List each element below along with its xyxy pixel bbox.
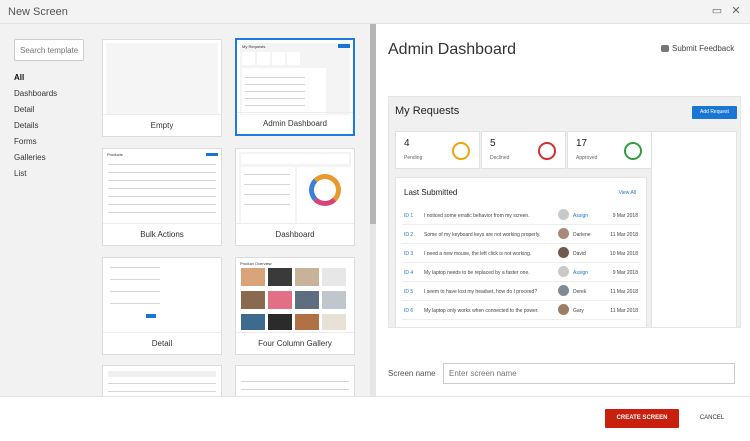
detail-thumbnail xyxy=(106,261,218,333)
table-row[interactable]: ID 5 I seem to have lost my headset, how… xyxy=(402,282,640,301)
preview-heading: My Requests xyxy=(395,105,460,117)
preview-pane: Admin Dashboard Submit Feedback My Reque… xyxy=(376,24,750,396)
table-row[interactable]: ID 2 Some of my keyboard keys are not wo… xyxy=(402,225,640,244)
template-partial-1[interactable] xyxy=(102,365,222,396)
gallery-thumbnail: Product Overview xyxy=(239,261,351,333)
template-dashboard[interactable]: Dashboard xyxy=(235,148,355,246)
template-four-column-gallery[interactable]: Product Overview Four Column Gallery xyxy=(235,257,355,355)
template-browser: All Dashboards Detail Details Forms Gall… xyxy=(0,24,370,396)
bulk-actions-thumbnail: Products xyxy=(106,152,218,224)
template-partial-2[interactable] xyxy=(235,365,355,396)
avatar xyxy=(558,209,569,220)
title-bar: New Screen ▭ ✕ xyxy=(0,0,750,24)
view-all-link[interactable]: View All xyxy=(619,190,636,196)
category-list: All Dashboards Detail Details Forms Gall… xyxy=(14,70,57,182)
window-title: New Screen xyxy=(8,6,68,18)
category-forms[interactable]: Forms xyxy=(14,134,57,150)
template-label: Empty xyxy=(103,114,221,136)
thumb-heading: My Requests xyxy=(242,44,266,49)
last-submitted-title: Last Submitted xyxy=(404,188,458,197)
admin-dashboard-thumbnail: My Requests xyxy=(240,43,350,115)
template-label: Bulk Actions xyxy=(103,223,221,245)
stat-card-pending: 4 Pending xyxy=(395,131,480,169)
table-row[interactable]: ID 6 My laptop only works when connected… xyxy=(402,301,640,320)
table-row[interactable]: ID 1 I noticed some erratic behavior fro… xyxy=(402,206,640,225)
screen-name-label: Screen name xyxy=(388,369,436,378)
clock-icon xyxy=(452,142,470,160)
stat-card-declined: 5 Declined xyxy=(481,131,566,169)
screen-name-input[interactable] xyxy=(443,363,735,384)
table-row[interactable]: ID 4 My laptop needs to be replaced by a… xyxy=(402,263,640,282)
category-all[interactable]: All xyxy=(14,70,57,86)
stat-card-approved: 17 Approved xyxy=(567,131,652,169)
category-dashboards[interactable]: Dashboards xyxy=(14,86,57,102)
last-submitted-panel: Last Submitted View All ID 1 I noticed s… xyxy=(395,177,647,327)
avatar xyxy=(558,228,569,239)
donut-chart-icon xyxy=(309,174,341,206)
avatar xyxy=(558,247,569,258)
thumb-heading: Products xyxy=(107,152,123,157)
avatar xyxy=(558,304,569,315)
add-request-button[interactable]: Add Request xyxy=(692,106,737,119)
avatar xyxy=(558,285,569,296)
create-screen-button[interactable]: CREATE SCREEN xyxy=(605,409,679,428)
template-label: Four Column Gallery xyxy=(236,332,354,354)
close-icon[interactable]: ✕ xyxy=(729,4,743,18)
x-circle-icon xyxy=(538,142,556,160)
template-preview: My Requests Add Request 4 Pending 5 Decl… xyxy=(388,96,741,328)
category-details[interactable]: Details xyxy=(14,118,57,134)
empty-thumbnail xyxy=(106,43,218,115)
check-circle-icon xyxy=(624,142,642,160)
search-input[interactable] xyxy=(14,39,84,61)
submit-feedback-link[interactable]: Submit Feedback xyxy=(661,44,734,53)
cancel-button[interactable]: CANCEL xyxy=(692,409,732,428)
dialog-footer: CREATE SCREEN CANCEL xyxy=(0,396,750,441)
template-admin-dashboard[interactable]: My Requests Admin Dashboard xyxy=(235,38,355,136)
preview-title: Admin Dashboard xyxy=(388,41,517,58)
restore-icon[interactable]: ▭ xyxy=(710,4,724,18)
category-galleries[interactable]: Galleries xyxy=(14,150,57,166)
speech-bubble-icon xyxy=(661,45,669,52)
category-list[interactable]: List xyxy=(14,166,57,182)
template-label: Dashboard xyxy=(236,223,354,245)
thumb-heading: Product Overview xyxy=(240,261,272,266)
side-panel xyxy=(651,131,737,327)
dashboard-thumbnail xyxy=(239,152,351,224)
avatar xyxy=(558,266,569,277)
template-detail[interactable]: Detail xyxy=(102,257,222,355)
template-label: Detail xyxy=(103,332,221,354)
table-row[interactable]: ID 3 I need a new mouse, the left click … xyxy=(402,244,640,263)
category-detail[interactable]: Detail xyxy=(14,102,57,118)
template-bulk-actions[interactable]: Products Bulk Actions xyxy=(102,148,222,246)
template-empty[interactable]: Empty xyxy=(102,39,222,137)
template-label: Admin Dashboard xyxy=(237,112,353,134)
